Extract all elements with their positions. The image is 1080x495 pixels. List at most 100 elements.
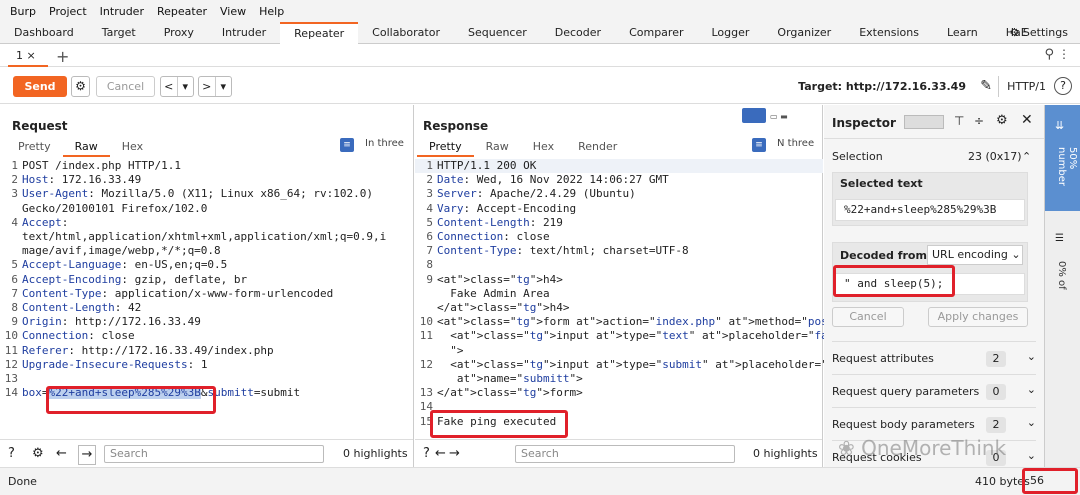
code-line: Fake Admin Area xyxy=(437,286,550,300)
menu-project[interactable]: Project xyxy=(49,5,87,18)
help-circle-icon[interactable]: ? xyxy=(423,445,430,463)
selected-text-value[interactable]: %22+and+sleep%285%29%3B xyxy=(835,199,1025,221)
request-tab-raw[interactable]: Raw xyxy=(62,139,110,157)
chevron-down-icon[interactable]: ⌄ xyxy=(1027,416,1036,429)
http-version-label[interactable]: HTTP/1 xyxy=(998,76,1046,97)
tab-dashboard[interactable]: Dashboard xyxy=(0,22,88,44)
request-view-tabs: Pretty Raw Hex xyxy=(6,139,155,157)
add-tab-icon[interactable]: + xyxy=(56,47,69,66)
watermark-icon: ❀ xyxy=(838,436,855,460)
history-back-button[interactable]: < ▾ xyxy=(160,76,194,97)
tab-comparer[interactable]: Comparer xyxy=(615,22,697,44)
response-view-tabs: Pretty Raw Hex Render xyxy=(417,139,629,157)
response-tab-raw[interactable]: Raw xyxy=(474,139,521,157)
search-icon[interactable]: ⚲ xyxy=(1044,47,1054,62)
edit-target-pencil-icon[interactable]: ✎ xyxy=(980,76,992,97)
forward-arrow-icon[interactable]: > xyxy=(199,77,215,96)
code-line: 9 <at">class="tg">h4> xyxy=(426,272,563,286)
chevron-up-icon[interactable]: ⌃ xyxy=(1022,150,1031,163)
response-search-input[interactable]: Search xyxy=(515,445,735,463)
in-three-label[interactable]: In three xyxy=(365,138,404,149)
selection-row[interactable]: Selection 23 (0x17) ⌃ xyxy=(832,150,1036,163)
gear-icon[interactable]: ⚙ xyxy=(996,113,1008,128)
send-button[interactable]: Send xyxy=(13,76,67,97)
menu-view[interactable]: View xyxy=(220,5,246,18)
tab-decoder[interactable]: Decoder xyxy=(541,22,615,44)
inspector-layout-icon[interactable] xyxy=(904,115,944,129)
tab-sequencer[interactable]: Sequencer xyxy=(454,22,541,44)
response-pane: Response Pretty Raw Hex Render ≡ N three 1H… xyxy=(415,105,980,467)
inspector-section-request-query-parameters[interactable]: Request query parameters 0 ⌄ xyxy=(832,374,1036,407)
forward-arrow-icon[interactable]: → xyxy=(449,445,460,463)
chevron-down-icon[interactable]: ⌄ xyxy=(1027,449,1036,462)
tab-proxy[interactable]: Proxy xyxy=(150,22,208,44)
chevron-down-icon[interactable]: ⌄ xyxy=(1027,383,1036,396)
menu-help[interactable]: Help xyxy=(259,5,284,18)
section-count-badge: 0 xyxy=(986,384,1006,400)
chevron-down-icon[interactable]: ⌄ xyxy=(1027,350,1036,363)
help-icon[interactable]: ? xyxy=(1054,77,1072,95)
repeater-tab-1[interactable]: 1 × xyxy=(8,47,48,67)
apply-changes-button[interactable]: Apply changes xyxy=(928,307,1028,327)
inspector-cancel-button[interactable]: Cancel xyxy=(832,307,904,327)
code-line: 6 Accept-Encoding: gzip, deflate, br xyxy=(11,272,248,286)
help-circle-icon[interactable]: ? xyxy=(8,445,15,463)
forward-dropdown-icon[interactable]: ▾ xyxy=(214,77,232,96)
list-icon[interactable]: ≡ xyxy=(752,138,766,152)
request-tab-hex[interactable]: Hex xyxy=(110,139,155,157)
menu-intruder[interactable]: Intruder xyxy=(100,5,144,18)
back-arrow-icon[interactable]: ← xyxy=(435,445,446,463)
close-icon[interactable]: ✕ xyxy=(1021,112,1033,128)
response-editor[interactable]: 1 HTTP/1.1 200 OK 2 Date: Wed, 16 Nov 2022 … xyxy=(415,159,980,429)
gear-icon[interactable]: ⚙ xyxy=(32,445,44,463)
cancel-button[interactable]: Cancel xyxy=(96,76,155,97)
menu-repeater[interactable]: Repeater xyxy=(157,5,207,18)
response-highlight-box xyxy=(430,410,568,438)
sidebar-inspector-tab[interactable]: ⇊ 50% number xyxy=(1045,105,1080,211)
response-tab-render[interactable]: Render xyxy=(566,139,629,157)
tab-organizer[interactable]: Organizer xyxy=(763,22,845,44)
response-title: Response xyxy=(423,119,489,133)
request-search-input[interactable]: Search xyxy=(104,445,324,463)
code-line: 7 Content-Type: text/html; charset=UTF-8 xyxy=(426,244,689,258)
menu-burp[interactable]: Burp xyxy=(10,5,36,18)
repeater-subtabs: 1 × + ⚲ ⋮ xyxy=(0,45,1080,67)
tab-target[interactable]: Target xyxy=(88,22,150,44)
align-center-icon[interactable]: ÷ xyxy=(974,114,984,128)
tab-logger[interactable]: Logger xyxy=(697,22,763,44)
back-dropdown-icon[interactable]: ▾ xyxy=(176,77,194,96)
forward-arrow-icon[interactable]: → xyxy=(78,445,96,465)
n-three-label[interactable]: N three xyxy=(777,138,814,149)
align-top-icon[interactable]: ⊤ xyxy=(954,114,964,128)
list-icon[interactable]: ≡ xyxy=(340,138,354,152)
inspector-section-request-attributes[interactable]: Request attributes 2 ⌄ xyxy=(832,341,1036,374)
code-line: </at">class="tg">h4> xyxy=(437,301,570,315)
code-line: Gecko/20100101 Firefox/102.0 xyxy=(22,201,208,215)
notes-tab-icon[interactable]: ☰ xyxy=(1055,233,1064,244)
code-line: 1 POST /index.php HTTP/1.1 xyxy=(11,159,181,172)
tab-repeater[interactable]: Repeater xyxy=(280,21,359,44)
section-count-badge: 2 xyxy=(986,351,1006,367)
decoded-from-select[interactable]: URL encoding ⌄ xyxy=(927,245,1023,265)
back-arrow-icon[interactable]: ← xyxy=(56,445,67,463)
history-forward-button[interactable]: > ▾ xyxy=(198,76,232,97)
code-line: 7 Content-Type: application/x-www-form-ur… xyxy=(11,286,334,300)
send-options-gear-icon[interactable]: ⚙ xyxy=(71,76,90,97)
code-line: 13 </at">class="tg">form> xyxy=(419,386,583,400)
tab-intruder[interactable]: Intruder xyxy=(208,22,280,44)
request-tab-pretty[interactable]: Pretty xyxy=(6,139,63,157)
more-icon[interactable]: ⋮ xyxy=(1058,47,1070,61)
response-tab-hex[interactable]: Hex xyxy=(521,139,566,157)
tab-extensions[interactable]: Extensions xyxy=(845,22,933,44)
code-line: at">name="submitt"> xyxy=(456,372,583,386)
request-editor[interactable]: 1 POST /index.php HTTP/1.1 2 Host: 172.16.3… xyxy=(0,159,414,400)
tab-learn[interactable]: Learn xyxy=(933,22,992,44)
tab-collaborator[interactable]: Collaborator xyxy=(358,22,454,44)
response-tab-pretty[interactable]: Pretty xyxy=(417,139,474,157)
settings-button[interactable]: ⚙ Settings xyxy=(1010,22,1068,44)
back-arrow-icon[interactable]: < xyxy=(161,77,177,96)
code-line: 4 Vary: Accept-Encoding xyxy=(426,201,577,215)
section-count-badge: 2 xyxy=(986,417,1006,433)
sidebar-item-2-label[interactable]: 0% of xyxy=(1056,261,1067,290)
code-line: 1 HTTP/1.1 200 OK xyxy=(415,159,823,174)
